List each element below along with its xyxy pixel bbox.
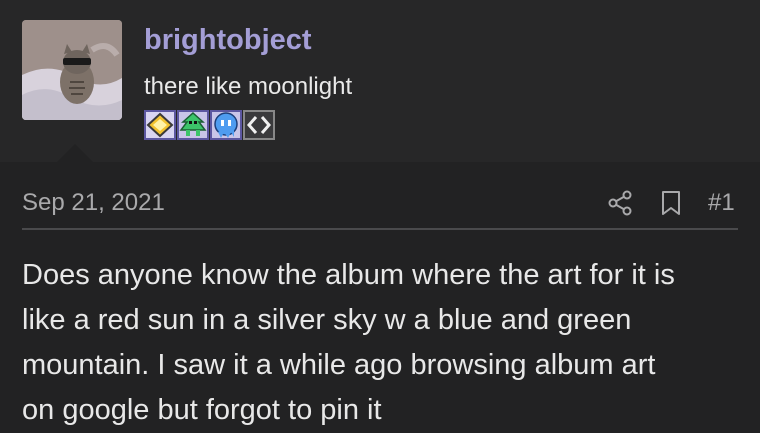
post-divider [22,228,738,230]
code-brackets-badge [243,110,275,140]
user-badges [144,110,275,140]
avatar[interactable] [22,20,122,120]
post-number-link[interactable]: #1 [708,189,735,217]
post-body-line: like a red sun in a silver sky w a blue … [22,304,632,336]
username[interactable]: brightobject [144,24,312,57]
post-date[interactable]: Sep 21, 2021 [22,189,165,217]
post-body-line: on google but forgot to pin it [22,394,382,426]
green-creature-badge [177,110,209,140]
post-body-line: mountain. I saw it a while ago browsing … [22,349,656,381]
diamond-badge [144,110,176,140]
cat-avatar-image [22,20,122,120]
post-body: Does anyone know the album where the art… [22,253,747,433]
bookmark-icon[interactable] [659,189,683,217]
panel-pointer [57,144,93,162]
share-icon[interactable] [606,189,634,217]
post-body-line: Does anyone know the album where the art… [22,259,675,291]
user-title: there like moonlight [144,73,353,100]
user-panel: brightobject there like moonlight [0,0,760,162]
blue-ghost-badge [210,110,242,140]
